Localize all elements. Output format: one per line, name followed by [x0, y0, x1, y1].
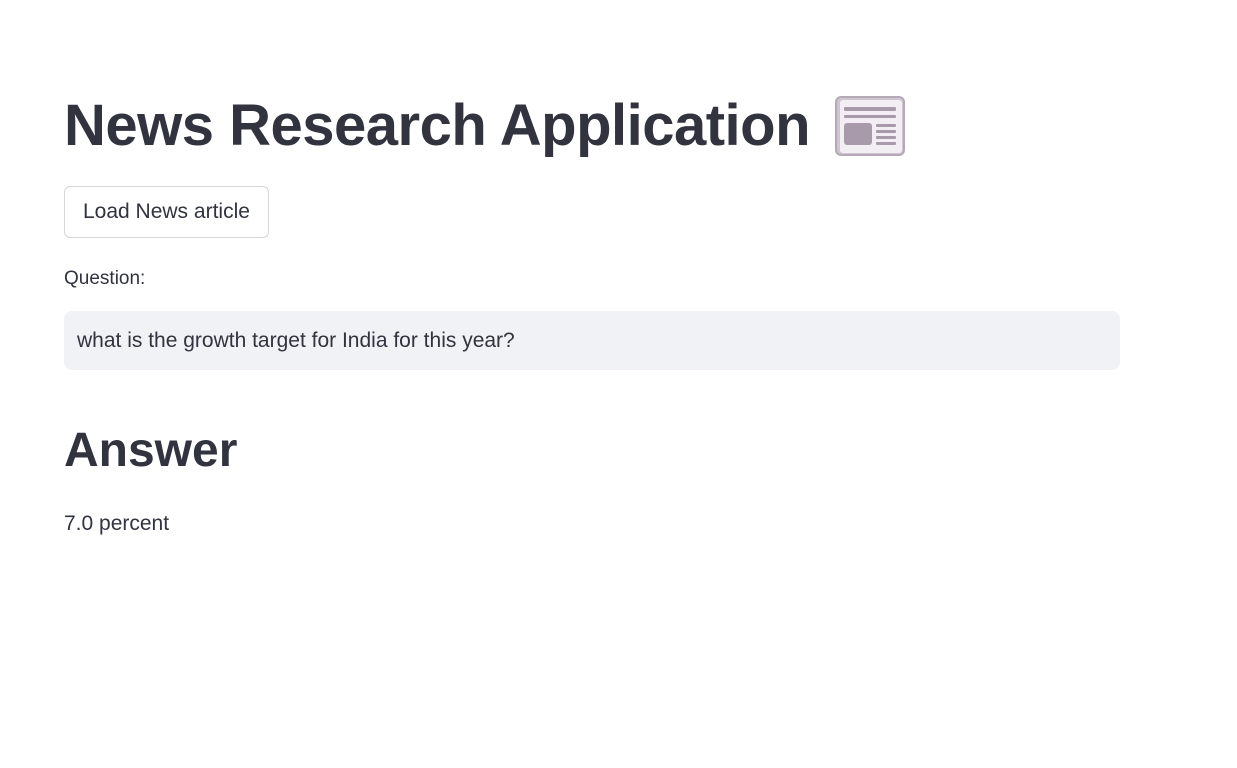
title-row: News Research Application — [64, 88, 906, 164]
question-input[interactable] — [64, 311, 1120, 370]
page-title: News Research Application — [64, 93, 811, 158]
question-label: Question: — [64, 268, 146, 289]
load-news-article-button[interactable]: Load News article — [64, 186, 269, 238]
answer-text: 7.0 percent — [64, 512, 170, 535]
newspaper-icon — [834, 95, 906, 157]
answer-heading: Answer — [64, 424, 238, 477]
